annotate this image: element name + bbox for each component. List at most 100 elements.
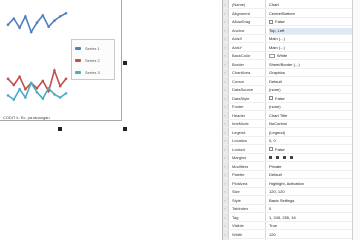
property-row[interactable]: ▫ Footer (none) [223, 103, 360, 111]
resize-handle-corner[interactable] [123, 127, 127, 131]
property-row[interactable]: ▫ Size 120, 120 [223, 188, 360, 196]
color-swatch [269, 53, 275, 58]
property-row[interactable]: ▫ Tag 1, 245, 255, 16 [223, 214, 360, 222]
property-value[interactable]: 0, 0 [269, 138, 357, 144]
property-row[interactable]: ▫ Width 120 [223, 231, 360, 239]
property-name: AxisY [232, 44, 243, 50]
scrollbar-vertical[interactable] [352, 0, 360, 240]
checkbox[interactable] [269, 96, 273, 101]
property-value-text: White [277, 53, 288, 58]
property-row[interactable]: ▫ Palette Default [223, 171, 360, 179]
property-row[interactable]: ▫ Header Chart Title [223, 112, 360, 120]
chart-legend: Series 1 Series 2 Series 3 [71, 39, 115, 80]
property-value-text: False [275, 146, 285, 152]
property-name: AllowDrag [232, 19, 251, 24]
property-row[interactable]: ▫ Location 0, 0 [223, 137, 360, 145]
data-point [29, 81, 33, 85]
property-row[interactable]: ▫VisibleTrue▾ [223, 222, 360, 230]
property-row[interactable]: ▫ DataSource (none) [223, 86, 360, 94]
property-value[interactable]: 1, 245, 255, 16 [269, 215, 357, 221]
property-value[interactable]: Graphics [269, 70, 357, 76]
property-row[interactable]: ▫ Style Basic Settings [223, 197, 360, 205]
property-name: Visible [232, 223, 244, 228]
legend-marker [75, 70, 81, 74]
property-value[interactable]: Main (...) [269, 45, 357, 51]
designer-canvas[interactable]: Series 1 Series 2 Series 3 CODIT k. Ec. … [0, 0, 210, 240]
property-value-text: (Legend) [269, 129, 286, 135]
property-name: Size [232, 189, 240, 194]
property-row[interactable]: ▫ Margins [223, 154, 360, 162]
chart-caption: CODIT k. Ec. pa.lanangan [3, 115, 50, 120]
checkbox[interactable] [269, 19, 273, 24]
property-row[interactable]: ▫ DataStyle False [223, 95, 360, 103]
property-value[interactable]: Default [269, 79, 357, 85]
property-row[interactable]: ▫ Border Sheet/Border (...) [223, 61, 360, 69]
property-row[interactable]: ▫AnchorTop, Left▾ [223, 27, 360, 35]
property-value[interactable]: False [269, 96, 357, 102]
legend-item: Series 1 [75, 42, 111, 54]
property-value[interactable]: Centre/Bottom [269, 11, 357, 17]
property-row[interactable]: ▫ (Name) Chart [223, 1, 360, 9]
property-value-text: Main (...) [269, 36, 285, 41]
chart-control[interactable]: Series 1 Series 2 Series 3 CODIT k. Ec. … [0, 0, 122, 121]
data-point [64, 12, 68, 15]
property-value[interactable]: Chart [269, 2, 357, 8]
data-point [12, 83, 16, 87]
property-row[interactable]: ▫ ChartArea Graphics [223, 69, 360, 77]
property-grid[interactable]: ▫ (Name) Chart ▫ Alignment Centre/Bottom ▫ Allo… [222, 0, 360, 240]
property-value[interactable]: False [269, 147, 357, 153]
data-point [6, 94, 10, 97]
expand-icon: ▫ [224, 61, 226, 67]
property-row[interactable]: ▫ Modifiers Private [223, 163, 360, 171]
property-value[interactable]: White [269, 53, 357, 59]
property-value[interactable]: Top, Left [269, 27, 357, 34]
property-value[interactable]: (Legend) [269, 130, 357, 136]
property-value-text: Basic Settings [269, 197, 295, 203]
property-value-text: (none) [269, 87, 281, 92]
property-row[interactable]: ▫ PlotArea Highlight, Activation [223, 180, 360, 188]
resize-handle-right[interactable] [123, 61, 127, 65]
property-name: (Name) [232, 2, 246, 7]
property-value[interactable]: Sheet/Border (...) [269, 62, 357, 68]
data-point [35, 21, 39, 24]
property-value[interactable]: NoControl [269, 121, 357, 127]
property-value[interactable]: True [269, 223, 357, 229]
property-name: BackColor [232, 53, 251, 58]
data-point [47, 86, 50, 90]
property-value[interactable]: (none) [269, 104, 357, 110]
property-value[interactable]: (none) [269, 87, 357, 93]
property-row[interactable]: ▫ Cursor Default [223, 78, 360, 86]
margin-swatch [290, 156, 293, 160]
property-row[interactable]: ▫ Legend (Legend) [223, 129, 360, 137]
property-value[interactable]: Private [269, 164, 357, 170]
property-value[interactable]: False [269, 19, 357, 25]
property-row[interactable]: ▫ Alignment Centre/Bottom [223, 10, 360, 18]
property-row[interactable]: ▫ TabIndex 0 [223, 205, 360, 213]
property-value-text: (none) [269, 104, 281, 109]
property-value[interactable]: Chart Title [269, 113, 357, 119]
property-value[interactable] [269, 155, 357, 161]
property-row[interactable]: ▫ AxisY Main (...) [223, 44, 360, 52]
resize-handle-bottom[interactable] [58, 127, 62, 131]
property-row[interactable]: ▫ AxisX Main (...) [223, 35, 360, 43]
property-value[interactable]: Default [269, 172, 357, 178]
property-name: Modifiers [232, 163, 249, 169]
property-row[interactable]: ▫ AllowDrag False [223, 18, 360, 26]
property-value[interactable]: Highlight, Activation [269, 181, 357, 187]
expand-icon: ▫ [224, 19, 226, 24]
property-value-text: Graphics [269, 70, 286, 75]
property-value[interactable]: 120, 120 [269, 189, 357, 195]
property-value[interactable]: 0 [269, 206, 357, 212]
property-value[interactable]: Main (...) [269, 36, 357, 42]
expand-icon: ▫ [224, 163, 226, 169]
legend-item: Series 3 [75, 66, 111, 78]
checkbox[interactable] [269, 147, 273, 152]
property-row[interactable]: ▫ BackColor White [223, 52, 360, 60]
property-row[interactable]: ▫ ImeMode NoControl [223, 120, 360, 128]
property-name: Cursor [232, 78, 245, 84]
property-row[interactable]: ▫ Locked False [223, 146, 360, 154]
expand-icon: ▫ [224, 189, 226, 194]
property-value[interactable]: Basic Settings [269, 198, 357, 204]
property-value[interactable]: 120 [269, 232, 357, 238]
data-point [18, 87, 21, 91]
